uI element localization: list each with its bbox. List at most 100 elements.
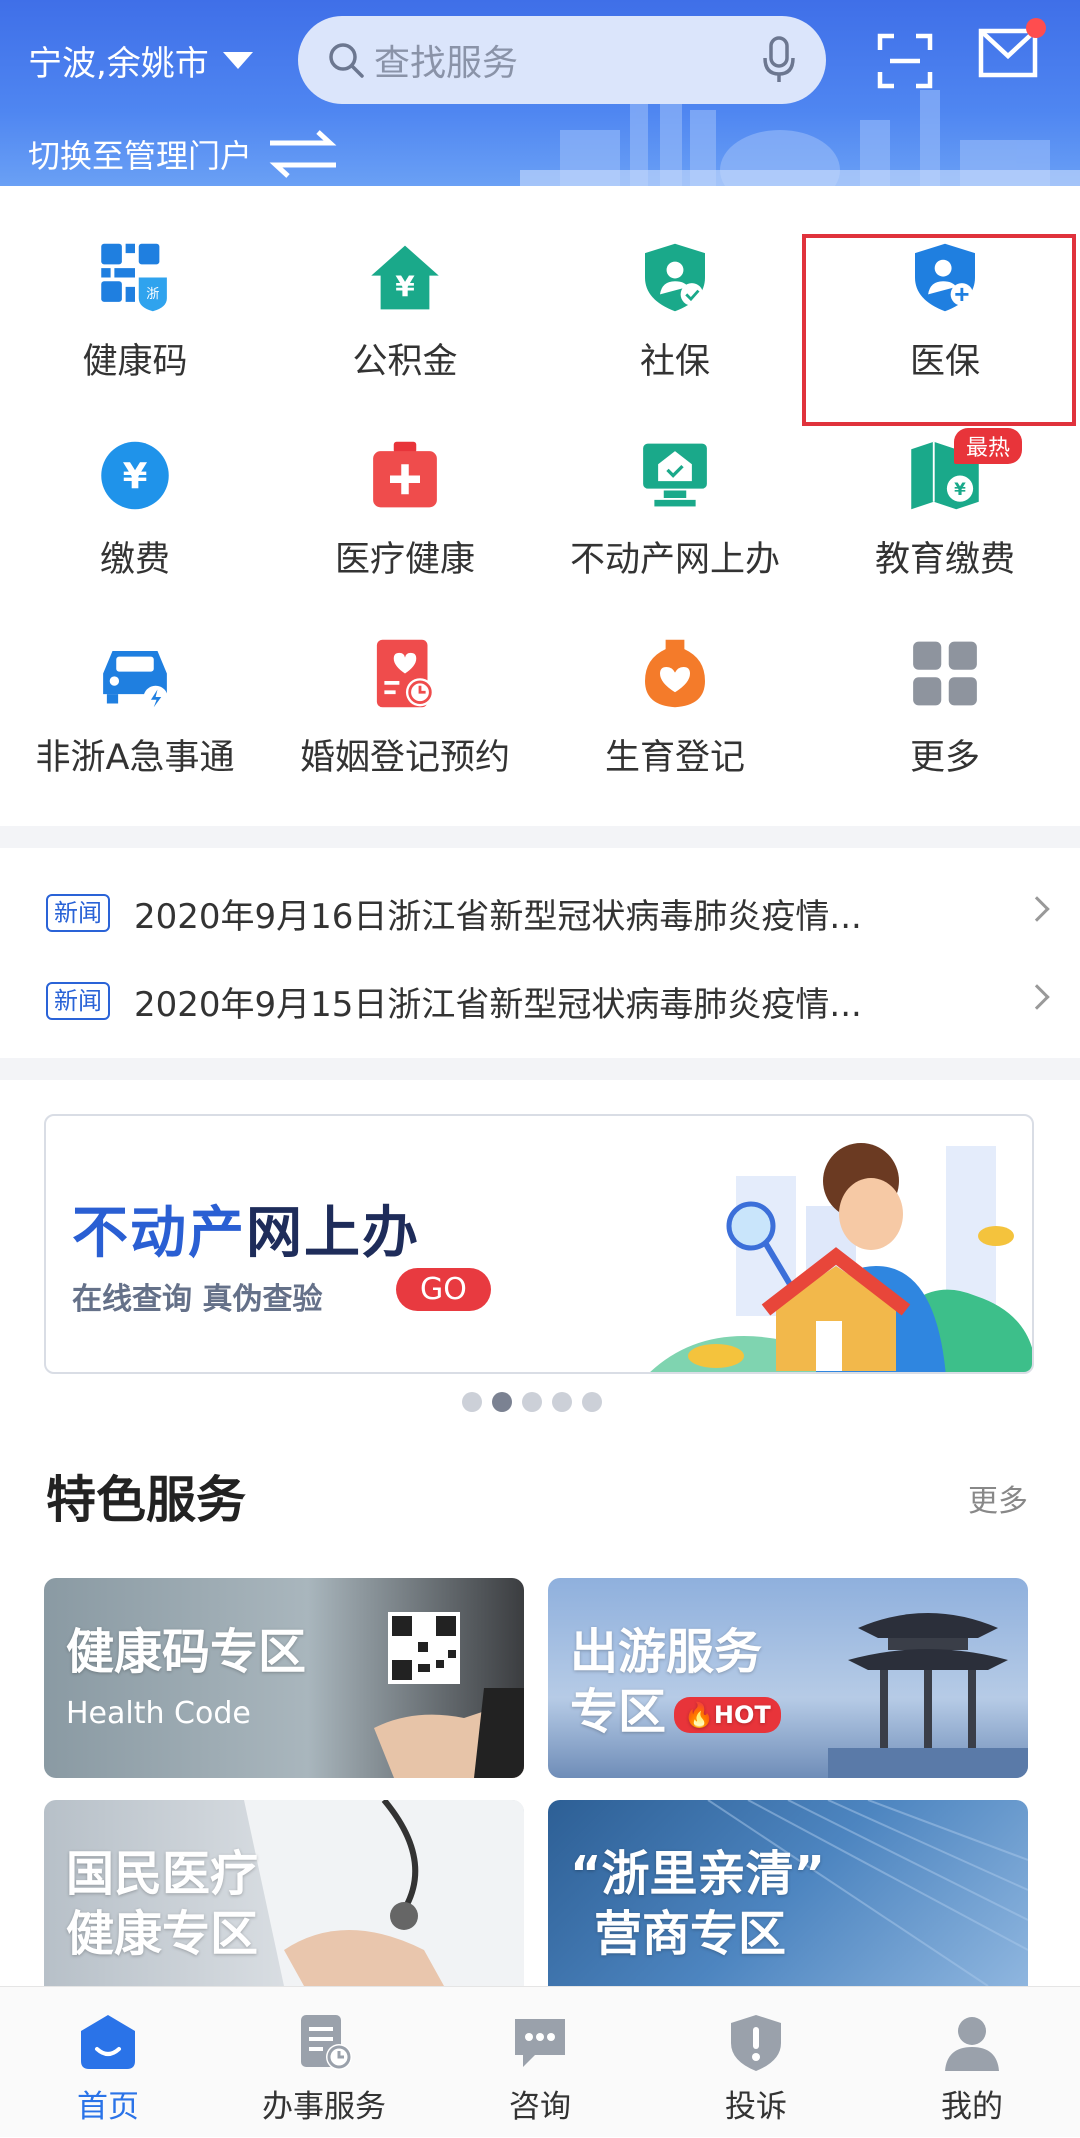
search-icon <box>329 43 364 78</box>
grid-item-health-code[interactable]: 浙 健康码 <box>0 186 270 384</box>
svg-text:¥: ¥ <box>954 479 966 499</box>
tab-label: 首页 <box>77 2089 139 2125</box>
grid-item-social-security[interactable]: 社保 <box>540 186 810 384</box>
hand-illustration <box>374 1688 524 1778</box>
grid-label: 缴费 <box>99 540 170 580</box>
grid-item-housing-fund[interactable]: ¥ 公积金 <box>270 186 540 384</box>
city-label: 宁波,余姚市 <box>28 43 209 84</box>
section-more-link[interactable]: 更多 <box>968 1476 1028 1520</box>
search-placeholder: 查找服务 <box>374 43 519 84</box>
more-grid-icon <box>913 641 977 706</box>
card-title: 出游服务 专区 🔥HOT <box>570 1622 781 1742</box>
divider <box>0 1058 1080 1080</box>
message-button[interactable] <box>978 18 1046 82</box>
switch-portal-button[interactable]: 切换至管理门户 <box>28 128 340 180</box>
banner-subtitle: 在线查询 真伪查验 <box>72 1282 323 1317</box>
highlight-box <box>802 234 1076 426</box>
card-title: “浙里亲清” 营商专区 <box>570 1846 826 1962</box>
health-code-icon: 浙 <box>101 243 167 312</box>
car-icon <box>103 651 168 711</box>
chevron-right-icon <box>1024 984 1050 1010</box>
unread-dot <box>1026 18 1046 38</box>
switch-portal-label: 切换至管理门户 <box>28 137 253 175</box>
divider <box>0 826 1080 848</box>
grid-item-car-service[interactable]: 非浙A急事通 <box>0 582 270 780</box>
grid-label: 健康码 <box>82 342 188 382</box>
news-list: 新闻 2020年9月16日浙江省新型冠状病毒肺炎疫情... 新闻 2020年9月… <box>0 848 1080 1058</box>
news-item[interactable]: 新闻 2020年9月15日浙江省新型冠状病毒肺炎疫情... <box>46 966 1050 1036</box>
carousel-dot[interactable] <box>462 1392 482 1412</box>
grid-item-birth-registration[interactable]: 生育登记 <box>540 582 810 780</box>
search-bar[interactable]: 查找服务 <box>298 16 826 104</box>
carousel-dot[interactable] <box>552 1392 572 1412</box>
banner-illustration <box>650 1143 1032 1372</box>
news-item[interactable]: 新闻 2020年9月16日浙江省新型冠状病毒肺炎疫情... <box>46 878 1050 948</box>
news-tag: 新闻 <box>46 982 110 1020</box>
grid-label: 公积金 <box>352 342 458 382</box>
housing-fund-icon: ¥ <box>371 245 439 310</box>
scan-icon[interactable] <box>876 32 934 90</box>
shield-alert-icon <box>731 2015 781 2071</box>
tab-label: 办事服务 <box>262 2089 386 2125</box>
tab-home[interactable]: 首页 <box>0 1987 216 2138</box>
banner-title: 不动产网上办 <box>72 1201 420 1266</box>
grid-item-marriage-registration[interactable]: 婚姻登记预约 <box>270 582 540 780</box>
card-business-zone[interactable]: “浙里亲清” 营商专区 <box>548 1800 1028 1986</box>
document-clock-icon <box>301 2015 352 2070</box>
grid-item-medical-health[interactable]: 医疗健康 <box>270 384 540 582</box>
bottom-tab-bar: 首页 办事服务 咨询 投诉 我的 <box>0 1986 1080 2137</box>
grid-label: 医疗健康 <box>334 540 475 580</box>
carousel-indicator <box>462 1392 602 1412</box>
grid-item-real-estate[interactable]: 不动产网上办 <box>540 384 810 582</box>
chat-bubble-icon <box>515 2019 565 2067</box>
home-icon <box>81 2015 135 2069</box>
medical-kit-icon <box>373 441 437 508</box>
card-title: 健康码专区 <box>66 1624 307 1680</box>
grid-label: 婚姻登记预约 <box>299 738 510 778</box>
grid-label: 更多 <box>909 738 980 778</box>
tab-label: 咨询 <box>509 2089 571 2125</box>
svg-text:¥: ¥ <box>123 457 148 498</box>
news-title: 2020年9月16日浙江省新型冠状病毒肺炎疫情... <box>134 896 862 937</box>
carousel-dot[interactable] <box>522 1392 542 1412</box>
card-title: 国民医疗 健康专区 <box>66 1846 259 1962</box>
banner-go-button[interactable]: GO <box>396 1268 491 1311</box>
news-title: 2020年9月15日浙江省新型冠状病毒肺炎疫情... <box>134 984 862 1025</box>
section-title: 特色服务 <box>46 1471 246 1529</box>
social-security-icon <box>645 243 705 312</box>
real-estate-icon <box>643 443 707 507</box>
carousel-dot-active[interactable] <box>492 1392 512 1412</box>
card-health-code[interactable]: 健康码专区 Health Code <box>44 1578 524 1778</box>
grid-label: 教育缴费 <box>874 540 1015 580</box>
doctor-illustration <box>244 1800 524 1986</box>
grid-item-more[interactable]: 更多 <box>810 582 1080 780</box>
tab-consult[interactable]: 咨询 <box>432 1987 648 2138</box>
svg-text:浙: 浙 <box>146 286 159 302</box>
hot-badge: 最热 <box>954 428 1023 464</box>
svg-text:¥: ¥ <box>395 270 415 303</box>
tab-complaint[interactable]: 投诉 <box>648 1987 864 2138</box>
card-travel-service[interactable]: 出游服务 专区 🔥HOT <box>548 1578 1028 1778</box>
city-selector[interactable]: 宁波,余姚市 <box>28 36 253 84</box>
news-tag: 新闻 <box>46 894 110 932</box>
card-subtitle: Health Code <box>66 1696 251 1731</box>
qr-code-icon <box>388 1612 460 1684</box>
switch-arrows-icon <box>269 130 337 178</box>
payment-icon: ¥ <box>101 441 169 510</box>
tab-mine[interactable]: 我的 <box>864 1987 1080 2138</box>
promo-banner[interactable]: 不动产网上办 在线查询 真伪查验 GO <box>44 1114 1034 1374</box>
marriage-registration-icon <box>376 639 435 708</box>
header: 宁波,余姚市 查找服务 切换至管理门户 <box>0 0 1080 186</box>
tab-services[interactable]: 办事服务 <box>216 1987 432 2138</box>
chevron-right-icon <box>1024 896 1050 922</box>
tab-label: 我的 <box>941 2089 1003 2125</box>
carousel-dot[interactable] <box>582 1392 602 1412</box>
grid-label: 社保 <box>639 342 710 382</box>
birth-registration-icon <box>645 639 705 708</box>
microphone-icon[interactable] <box>762 36 796 84</box>
tab-label: 投诉 <box>725 2089 787 2125</box>
card-medical-health[interactable]: 国民医疗 健康专区 <box>44 1800 524 1986</box>
grid-label: 非浙A急事通 <box>35 738 235 778</box>
caret-down-icon <box>222 51 253 69</box>
grid-item-payment[interactable]: ¥ 缴费 <box>0 384 270 582</box>
